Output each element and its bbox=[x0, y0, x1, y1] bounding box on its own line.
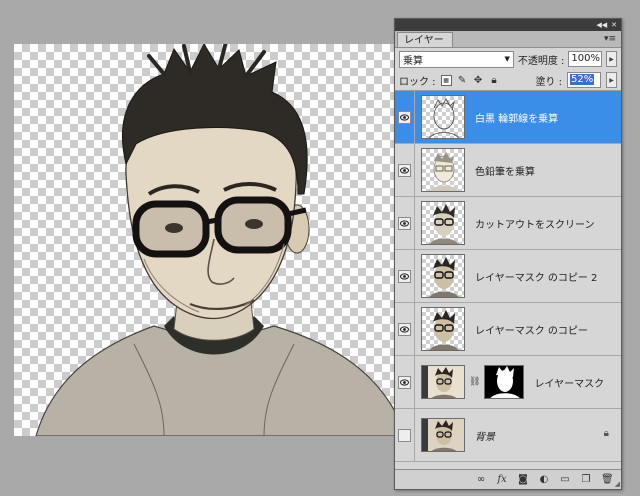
tab-layers[interactable]: レイヤー bbox=[397, 32, 453, 47]
new-layer-icon[interactable]: ❐ bbox=[580, 474, 592, 485]
lock-all-icon[interactable]: 🔒︎ bbox=[489, 75, 500, 86]
layer-name[interactable]: 背景 bbox=[475, 428, 495, 443]
trash-icon[interactable]: 🗑︎ bbox=[601, 474, 614, 485]
chevron-down-icon: ▼ bbox=[504, 55, 510, 63]
layer-thumbnail bbox=[421, 254, 465, 298]
visibility-toggle[interactable] bbox=[395, 91, 415, 143]
layer-row[interactable]: 背景 🔒︎ bbox=[395, 409, 621, 462]
portrait-artwork bbox=[35, 44, 406, 436]
opacity-field[interactable]: 100% bbox=[568, 51, 603, 67]
fill-field[interactable]: 52% bbox=[567, 72, 601, 88]
visibility-toggle[interactable] bbox=[395, 197, 415, 249]
eye-icon bbox=[398, 110, 411, 124]
visibility-toggle[interactable] bbox=[395, 356, 415, 408]
add-mask-icon[interactable]: ◙ bbox=[517, 474, 529, 485]
layer-name[interactable]: 白黒 輪郭線を乗算 bbox=[475, 110, 558, 125]
group-folder-icon[interactable]: ▭ bbox=[559, 474, 571, 485]
layer-row[interactable]: 色鉛筆を乗算 bbox=[395, 144, 621, 197]
layer-thumbnail bbox=[421, 148, 465, 192]
layer-name[interactable]: レイヤーマスク のコピー bbox=[475, 322, 588, 337]
visibility-toggle[interactable] bbox=[395, 303, 415, 355]
panel-tabrow: レイヤー ▾≡ bbox=[395, 31, 621, 48]
lock-icon: 🔒︎ bbox=[603, 428, 609, 439]
layer-name[interactable]: カットアウトをスクリーン bbox=[475, 216, 595, 231]
layer-name[interactable]: レイヤーマスク bbox=[534, 375, 604, 390]
resize-grip-icon[interactable]: ◢ bbox=[615, 480, 620, 488]
layer-name[interactable]: 色鉛筆を乗算 bbox=[475, 163, 535, 178]
layer-mask-thumbnail[interactable] bbox=[484, 365, 525, 399]
layer-row[interactable]: レイヤーマスク のコピー bbox=[395, 303, 621, 356]
collapse-icon[interactable]: ◀◀ bbox=[596, 21, 607, 29]
lock-move-icon[interactable]: ✥ bbox=[473, 75, 484, 86]
lock-row: ロック : ▦ ✎ ✥ 🔒︎ 塗り : 52% ▶ bbox=[395, 70, 621, 91]
close-icon[interactable]: ✕ bbox=[611, 21, 617, 29]
layers-panel: ◀◀ ✕ レイヤー ▾≡ 乗算 ▼ 不透明度 : 100% ▶ ロック : ▦ … bbox=[394, 18, 622, 490]
blend-mode-value: 乗算 bbox=[403, 55, 423, 67]
eye-icon bbox=[398, 322, 411, 336]
layer-row[interactable]: カットアウトをスクリーン bbox=[395, 197, 621, 250]
layer-thumbnail bbox=[421, 365, 465, 399]
fx-icon[interactable]: fx bbox=[496, 474, 508, 485]
opacity-label: 不透明度 : bbox=[517, 55, 565, 67]
visibility-toggle[interactable] bbox=[395, 144, 415, 196]
link-icon[interactable]: ∞ bbox=[475, 474, 487, 485]
panel-menu-icon[interactable]: ▾≡ bbox=[604, 34, 616, 44]
panel-titlebar[interactable]: ◀◀ ✕ bbox=[395, 19, 621, 31]
eye-hidden-icon bbox=[398, 428, 411, 442]
visibility-toggle[interactable] bbox=[395, 409, 415, 461]
opacity-slider-button[interactable]: ▶ bbox=[606, 51, 618, 67]
eye-icon bbox=[398, 375, 411, 389]
fill-label: 塗り : bbox=[535, 76, 562, 88]
lock-transparent-icon[interactable]: ▦ bbox=[440, 74, 452, 86]
eye-icon bbox=[398, 216, 411, 230]
blend-row: 乗算 ▼ 不透明度 : 100% ▶ bbox=[395, 48, 621, 70]
lock-paint-icon[interactable]: ✎ bbox=[457, 75, 468, 86]
adjustment-icon[interactable]: ◐ bbox=[538, 474, 550, 485]
fill-slider-button[interactable]: ▶ bbox=[606, 72, 617, 88]
visibility-toggle[interactable] bbox=[395, 250, 415, 302]
layer-row[interactable]: 白黒 輪郭線を乗算 bbox=[395, 91, 621, 144]
eye-icon bbox=[398, 269, 411, 283]
chain-link-icon[interactable]: ⛓ bbox=[469, 377, 480, 387]
layer-thumbnail bbox=[421, 201, 465, 245]
eye-icon bbox=[398, 163, 411, 177]
fill-value: 52% bbox=[570, 74, 595, 85]
layer-thumbnail bbox=[421, 95, 465, 139]
layer-row[interactable]: ⛓ レイヤーマスク bbox=[395, 356, 621, 409]
document-canvas[interactable] bbox=[14, 44, 406, 436]
panel-bottom-bar: ∞ fx ◙ ◐ ▭ ❐ 🗑︎ ◢ bbox=[395, 469, 621, 489]
layer-row[interactable]: レイヤーマスク のコピー 2 bbox=[395, 250, 621, 303]
layer-thumbnail bbox=[421, 418, 465, 452]
blend-mode-select[interactable]: 乗算 ▼ bbox=[399, 50, 514, 68]
layer-thumbnail bbox=[421, 307, 465, 351]
lock-label: ロック : bbox=[399, 76, 436, 88]
layer-list: 白黒 輪郭線を乗算 色鉛筆を乗算 カットアウトをスクリーン レイヤーマスク のコ… bbox=[395, 91, 621, 462]
layer-name[interactable]: レイヤーマスク のコピー 2 bbox=[475, 269, 597, 284]
